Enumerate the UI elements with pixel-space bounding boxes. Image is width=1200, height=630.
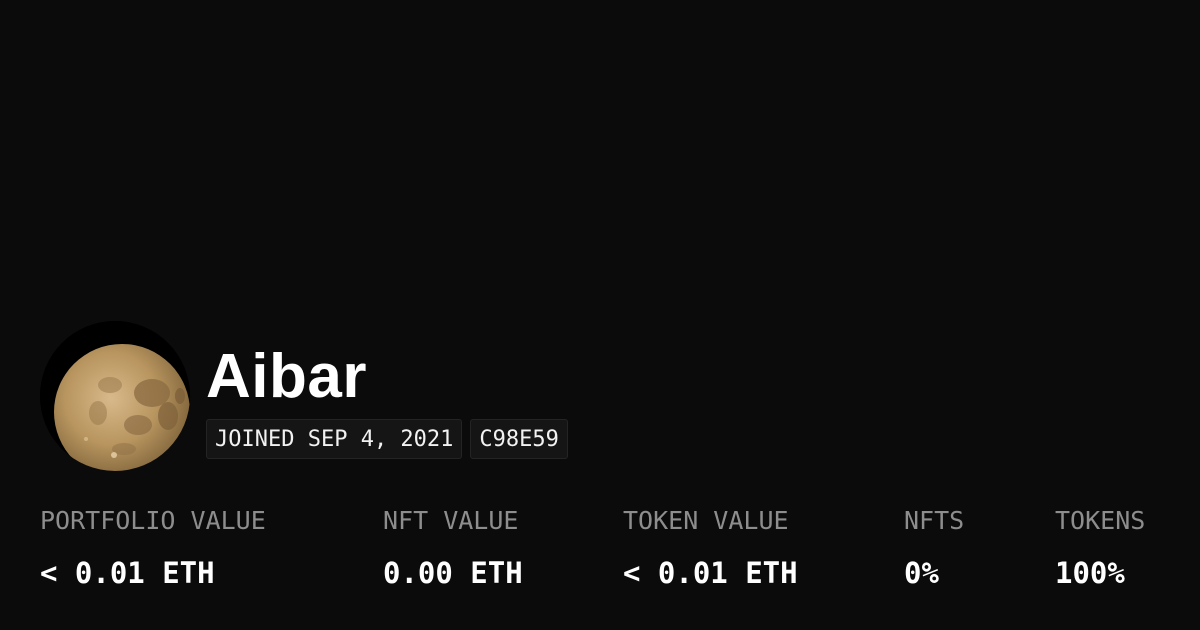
moon-image	[40, 321, 190, 471]
joined-date-badge: JOINED SEP 4, 2021	[206, 419, 463, 459]
stat-label: PORTFOLIO VALUE	[40, 506, 266, 535]
stat-label: NFTS	[904, 506, 965, 535]
address-badge[interactable]: C98E59	[470, 419, 568, 459]
stat-value: < 0.01 ETH	[623, 556, 798, 590]
stat-portfolio-value: PORTFOLIO VALUE < 0.01 ETH	[40, 505, 266, 591]
avatar	[40, 321, 190, 471]
stat-nfts: NFTS 0%	[904, 505, 964, 591]
profile-name: Aibar	[206, 342, 367, 411]
stat-label: TOKEN VALUE	[623, 506, 789, 535]
profile-card: Aibar JOINED SEP 4, 2021 C98E59 PORTFOLI…	[0, 0, 1200, 630]
stat-label: TOKENS	[1055, 506, 1146, 535]
badge-row: JOINED SEP 4, 2021 C98E59	[206, 419, 568, 459]
stat-value: 0%	[904, 556, 939, 590]
stat-value: < 0.01 ETH	[40, 556, 215, 590]
stat-label: NFT VALUE	[383, 506, 519, 535]
stat-value: 100%	[1055, 556, 1125, 590]
stat-tokens: TOKENS 100%	[1055, 505, 1145, 591]
stat-value: 0.00 ETH	[383, 556, 523, 590]
stat-token-value: TOKEN VALUE < 0.01 ETH	[623, 505, 798, 591]
stat-nft-value: NFT VALUE 0.00 ETH	[383, 505, 523, 591]
